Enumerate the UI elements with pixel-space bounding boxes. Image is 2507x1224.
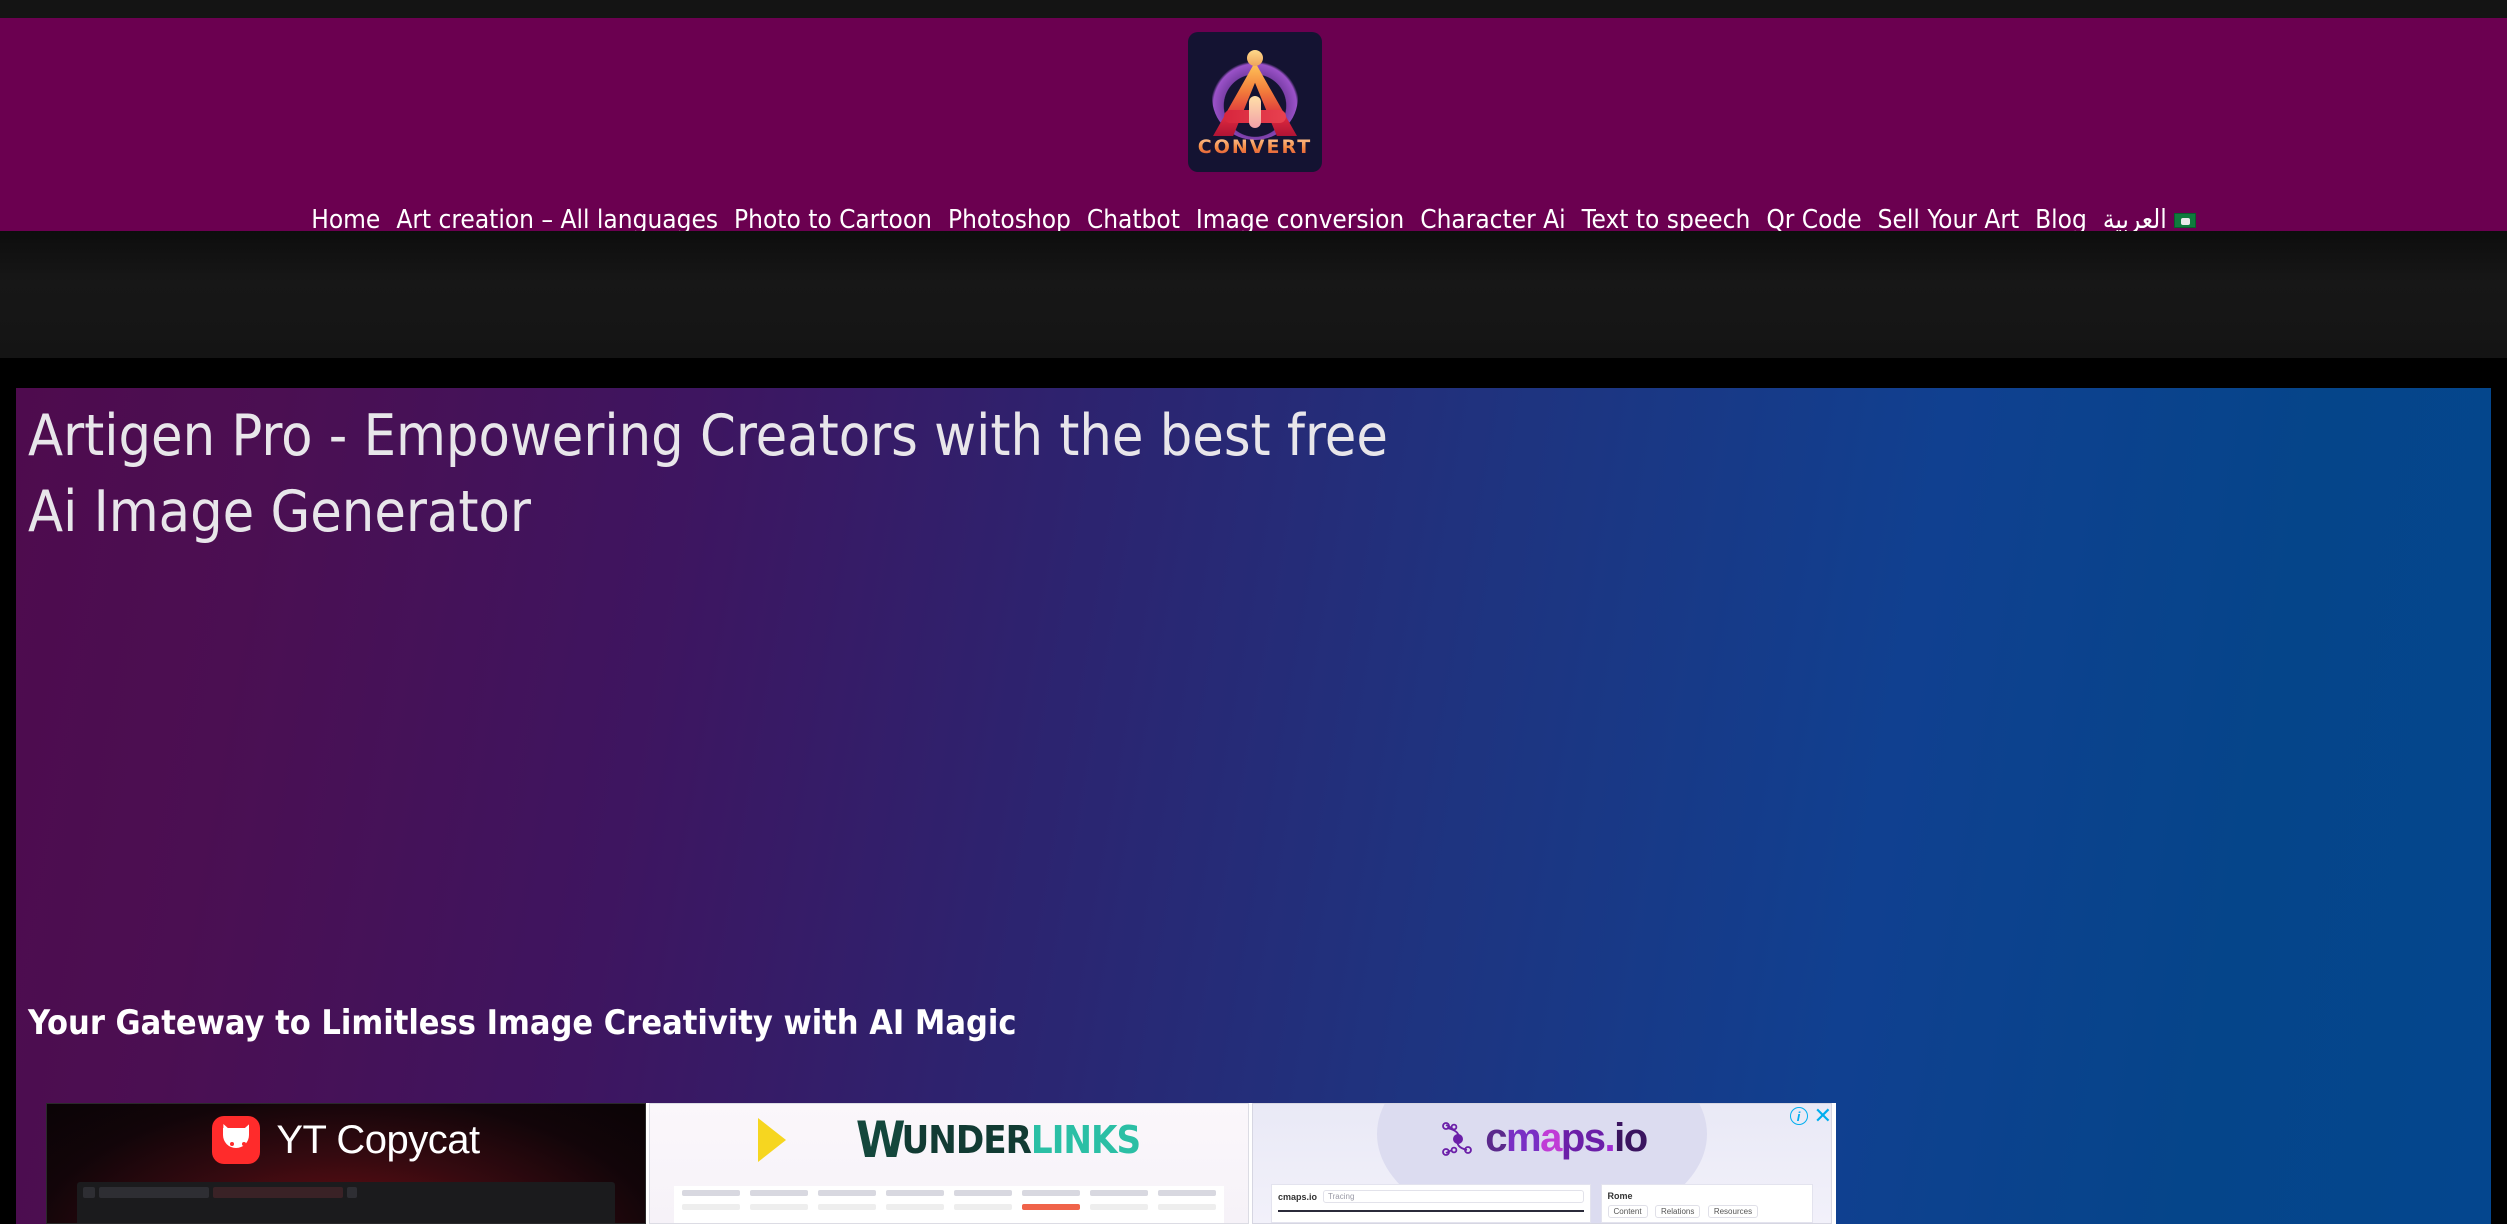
triangle-icon (757, 1118, 786, 1162)
ad-wl-brand-w: W (855, 1111, 906, 1169)
table-cell (682, 1190, 740, 1196)
ad-wl-brand-links: LINKS (1030, 1118, 1141, 1162)
arabic-flag-icon (2173, 212, 2196, 228)
cat-icon (212, 1116, 261, 1164)
table-cell (818, 1204, 876, 1210)
ad-cm-header: cmaps.io (1253, 1116, 1831, 1161)
right-margin (2491, 388, 2507, 1224)
ad-cm-brand-c: c (1485, 1116, 1507, 1160)
table-cell (1158, 1204, 1216, 1210)
ad-cm-brand-io: io (1614, 1116, 1648, 1160)
table-row (674, 1200, 1224, 1214)
cat-eyes-icon (230, 1142, 235, 1146)
table-cell (1022, 1190, 1080, 1196)
site-header: CONVERT Home Art creation – All language… (0, 18, 2507, 233)
table-cell (1158, 1190, 1216, 1196)
ad-cm-brand-dot: . (1604, 1116, 1616, 1160)
ad-close-icon[interactable]: ✕ (1814, 1105, 1832, 1127)
ad-controls: i ✕ (1789, 1105, 1832, 1127)
ad-cm-panel-title: Rome (1607, 1191, 1633, 1201)
ad-yt-brand: YT Copycat (276, 1117, 480, 1162)
ad-cm-brand-ps: ps (1560, 1116, 1606, 1160)
ad-wl-header: W UNDER LINKS (650, 1111, 1248, 1169)
tab-chip (347, 1187, 357, 1198)
logo-box: CONVERT (1188, 32, 1322, 172)
ad-cm-site-label: cmaps.io (1278, 1191, 1318, 1202)
ad-cm-screenshot: cmaps.io Tracing Rome Content Relations … (1271, 1184, 1813, 1223)
ad-cm-tab-relations[interactable]: Relations (1655, 1205, 1701, 1218)
ad-wunderlinks[interactable]: W UNDER LINKS (649, 1103, 1249, 1224)
ad-yt-copycat[interactable]: YT Copycat (46, 1103, 646, 1224)
table-cell (886, 1204, 944, 1210)
site-logo[interactable]: CONVERT (1188, 32, 1322, 172)
hero-subtitle: Your Gateway to Limitless Image Creativi… (28, 1003, 1017, 1043)
node-graph-icon (1442, 1121, 1473, 1156)
nav-photo-to-cartoon[interactable]: Photo to Cartoon (726, 207, 940, 233)
tab-chip (99, 1187, 209, 1198)
nav-sell-your-art[interactable]: Sell Your Art (1870, 207, 2027, 233)
ad-cmaps-io[interactable]: cmaps.io cmaps.io Tracing Rome Content R… (1252, 1103, 1832, 1224)
ad-yt-screenshot (77, 1182, 615, 1223)
table-cell (1022, 1204, 1080, 1210)
nav-art-creation[interactable]: Art creation – All languages (388, 207, 726, 233)
ad-cm-brand-a: a (1540, 1116, 1562, 1160)
table-cell (1090, 1190, 1148, 1196)
ad-banner[interactable]: YT Copycat W UNDER LINKS cmaps.io cmaps.… (46, 1103, 1836, 1224)
nav-chatbot[interactable]: Chatbot (1079, 207, 1188, 233)
hero-title: Artigen Pro - Empowering Creators with t… (28, 403, 1388, 545)
nav-language-label: العربية (2102, 205, 2167, 235)
nav-character-ai[interactable]: Character Ai (1412, 207, 1573, 233)
nav-blog[interactable]: Blog (2027, 207, 2095, 233)
table-cell (682, 1204, 740, 1210)
table-cell (750, 1190, 808, 1196)
nav-image-conversion[interactable]: Image conversion (1188, 207, 1412, 233)
ad-cm-tab-content[interactable]: Content (1607, 1205, 1648, 1218)
ad-yt-header: YT Copycat (47, 1116, 645, 1164)
ad-wl-brand: W UNDER LINKS (855, 1111, 1141, 1169)
ad-cm-left-pane: cmaps.io Tracing (1271, 1184, 1591, 1223)
logo-letter-i-icon (1249, 96, 1261, 128)
table-cell (954, 1190, 1012, 1196)
logo-wordmark: CONVERT (1188, 136, 1322, 158)
nav-home[interactable]: Home (303, 207, 388, 233)
ad-cm-search-field[interactable]: Tracing (1323, 1190, 1584, 1203)
table-row (674, 1186, 1224, 1200)
header-shadow-band (0, 231, 2507, 358)
ad-wl-screenshot (674, 1186, 1224, 1223)
nav-text-to-speech[interactable]: Text to speech (1574, 207, 1759, 233)
table-cell (954, 1204, 1012, 1210)
table-cell (750, 1204, 808, 1210)
ad-cm-divider (1278, 1210, 1584, 1212)
table-cell (1090, 1204, 1148, 1210)
logo-dot-icon (1247, 50, 1263, 66)
page-gap (0, 358, 2507, 388)
nav-language-switcher[interactable]: العربية (2095, 207, 2204, 233)
ad-cm-right-pane: Rome Content Relations Resources (1600, 1184, 1813, 1223)
table-cell (886, 1190, 944, 1196)
nav-qr-code[interactable]: Qr Code (1758, 207, 1869, 233)
ad-info-icon[interactable]: i (1789, 1107, 1808, 1125)
top-strip (0, 0, 2507, 18)
tab-chip (83, 1187, 95, 1198)
ad-cm-brand: cmaps.io (1485, 1116, 1648, 1161)
nav-photoshop[interactable]: Photoshop (940, 207, 1079, 233)
ad-cm-brand-m: m (1506, 1116, 1542, 1160)
ad-yt-browser-tabs (77, 1186, 615, 1199)
ad-cm-tab-resources[interactable]: Resources (1707, 1205, 1759, 1218)
ad-wl-brand-under: UNDER (901, 1118, 1031, 1162)
tab-chip (213, 1187, 343, 1198)
table-cell (818, 1190, 876, 1196)
